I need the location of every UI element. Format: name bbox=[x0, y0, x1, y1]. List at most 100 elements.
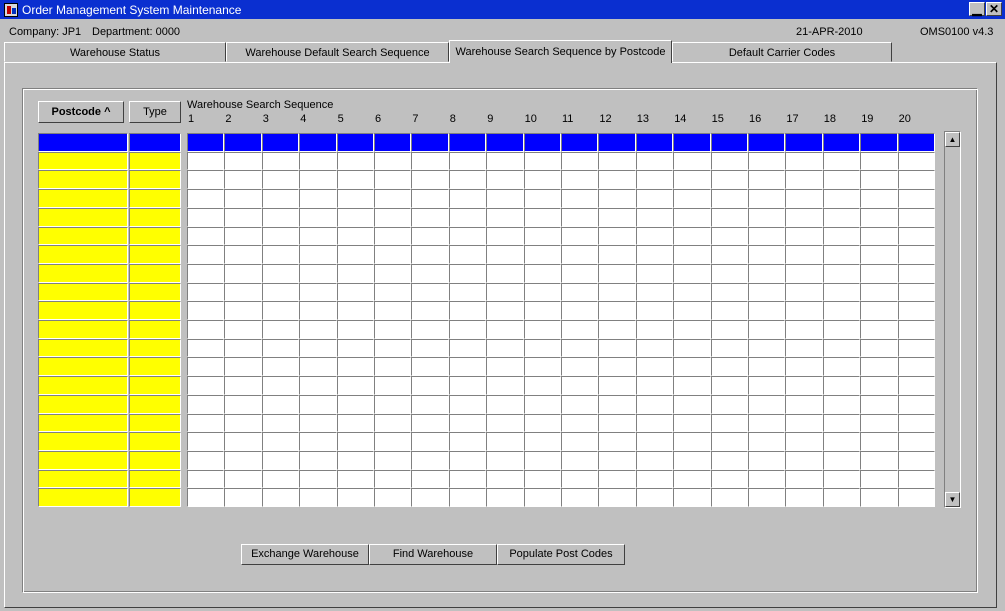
app-icon[interactable] bbox=[4, 2, 18, 17]
warehouse-sequence-field[interactable] bbox=[411, 264, 449, 283]
warehouse-sequence-field[interactable] bbox=[598, 395, 636, 414]
warehouse-sequence-field[interactable] bbox=[187, 301, 224, 320]
warehouse-sequence-field[interactable] bbox=[262, 227, 299, 245]
warehouse-sequence-field[interactable] bbox=[898, 470, 935, 488]
warehouse-sequence-field[interactable] bbox=[636, 488, 673, 507]
warehouse-sequence-field[interactable] bbox=[673, 301, 711, 320]
warehouse-sequence-field[interactable] bbox=[299, 451, 337, 470]
warehouse-sequence-field[interactable] bbox=[785, 470, 823, 488]
postcode-field[interactable] bbox=[38, 451, 128, 470]
warehouse-sequence-field[interactable] bbox=[299, 320, 337, 339]
postcode-field[interactable] bbox=[38, 339, 128, 357]
warehouse-sequence-field[interactable] bbox=[561, 189, 598, 208]
warehouse-sequence-field[interactable] bbox=[411, 283, 449, 301]
warehouse-sequence-field[interactable] bbox=[299, 264, 337, 283]
warehouse-sequence-field[interactable] bbox=[224, 264, 262, 283]
warehouse-sequence-field[interactable] bbox=[524, 488, 561, 507]
warehouse-sequence-field[interactable] bbox=[598, 339, 636, 357]
warehouse-sequence-field[interactable] bbox=[187, 395, 224, 414]
warehouse-sequence-field[interactable] bbox=[748, 432, 785, 451]
close-button[interactable]: ✕ bbox=[986, 2, 1002, 16]
warehouse-sequence-field[interactable] bbox=[187, 357, 224, 376]
warehouse-sequence-field[interactable] bbox=[374, 395, 411, 414]
warehouse-sequence-field[interactable] bbox=[598, 283, 636, 301]
warehouse-sequence-field[interactable] bbox=[486, 170, 524, 189]
warehouse-sequence-field[interactable] bbox=[785, 320, 823, 339]
warehouse-sequence-field[interactable] bbox=[673, 320, 711, 339]
warehouse-sequence-field[interactable] bbox=[411, 189, 449, 208]
warehouse-sequence-field[interactable] bbox=[262, 245, 299, 264]
warehouse-sequence-field[interactable] bbox=[374, 488, 411, 507]
warehouse-sequence-field[interactable] bbox=[711, 432, 748, 451]
warehouse-sequence-field[interactable] bbox=[561, 170, 598, 189]
warehouse-sequence-field[interactable] bbox=[711, 170, 748, 189]
warehouse-sequence-field[interactable] bbox=[299, 133, 337, 152]
warehouse-sequence-field[interactable] bbox=[299, 357, 337, 376]
warehouse-sequence-field[interactable] bbox=[262, 189, 299, 208]
warehouse-sequence-field[interactable] bbox=[224, 488, 262, 507]
warehouse-sequence-field[interactable] bbox=[673, 451, 711, 470]
warehouse-sequence-field[interactable] bbox=[823, 414, 860, 432]
warehouse-sequence-field[interactable] bbox=[748, 339, 785, 357]
warehouse-sequence-field[interactable] bbox=[374, 152, 411, 170]
type-field[interactable] bbox=[129, 208, 181, 227]
warehouse-sequence-field[interactable] bbox=[187, 170, 224, 189]
warehouse-sequence-field[interactable] bbox=[524, 395, 561, 414]
warehouse-sequence-field[interactable] bbox=[711, 470, 748, 488]
warehouse-sequence-field[interactable] bbox=[486, 432, 524, 451]
warehouse-sequence-field[interactable] bbox=[860, 376, 898, 395]
postcode-field[interactable] bbox=[38, 357, 128, 376]
type-field[interactable] bbox=[129, 488, 181, 507]
warehouse-sequence-field[interactable] bbox=[898, 414, 935, 432]
warehouse-sequence-field[interactable] bbox=[299, 395, 337, 414]
warehouse-sequence-field[interactable] bbox=[748, 283, 785, 301]
warehouse-sequence-field[interactable] bbox=[449, 245, 486, 264]
warehouse-sequence-field[interactable] bbox=[561, 470, 598, 488]
warehouse-sequence-field[interactable] bbox=[673, 227, 711, 245]
type-field[interactable] bbox=[129, 133, 181, 152]
warehouse-sequence-field[interactable] bbox=[598, 470, 636, 488]
warehouse-sequence-field[interactable] bbox=[636, 470, 673, 488]
warehouse-sequence-field[interactable] bbox=[860, 245, 898, 264]
warehouse-sequence-field[interactable] bbox=[262, 488, 299, 507]
exchange-warehouse-button[interactable]: Exchange Warehouse bbox=[241, 544, 369, 565]
warehouse-sequence-field[interactable] bbox=[299, 189, 337, 208]
warehouse-sequence-field[interactable] bbox=[636, 432, 673, 451]
warehouse-sequence-field[interactable] bbox=[673, 245, 711, 264]
warehouse-sequence-field[interactable] bbox=[449, 414, 486, 432]
warehouse-sequence-field[interactable] bbox=[449, 283, 486, 301]
warehouse-sequence-field[interactable] bbox=[748, 170, 785, 189]
postcode-field[interactable] bbox=[38, 432, 128, 451]
warehouse-sequence-field[interactable] bbox=[561, 301, 598, 320]
warehouse-sequence-field[interactable] bbox=[337, 339, 374, 357]
warehouse-sequence-field[interactable] bbox=[337, 432, 374, 451]
warehouse-sequence-field[interactable] bbox=[449, 339, 486, 357]
warehouse-sequence-field[interactable] bbox=[224, 376, 262, 395]
type-field[interactable] bbox=[129, 339, 181, 357]
type-field[interactable] bbox=[129, 227, 181, 245]
warehouse-sequence-field[interactable] bbox=[374, 245, 411, 264]
warehouse-sequence-field[interactable] bbox=[711, 208, 748, 227]
warehouse-sequence-field[interactable] bbox=[224, 395, 262, 414]
warehouse-sequence-field[interactable] bbox=[673, 152, 711, 170]
postcode-field[interactable] bbox=[38, 488, 128, 507]
warehouse-sequence-field[interactable] bbox=[449, 357, 486, 376]
warehouse-sequence-field[interactable] bbox=[898, 320, 935, 339]
warehouse-sequence-field[interactable] bbox=[748, 395, 785, 414]
warehouse-sequence-field[interactable] bbox=[860, 339, 898, 357]
warehouse-sequence-field[interactable] bbox=[262, 470, 299, 488]
tab-warehouse-status[interactable]: Warehouse Status bbox=[4, 42, 226, 62]
warehouse-sequence-field[interactable] bbox=[898, 133, 935, 152]
warehouse-sequence-field[interactable] bbox=[860, 227, 898, 245]
warehouse-sequence-field[interactable] bbox=[374, 414, 411, 432]
warehouse-sequence-field[interactable] bbox=[823, 451, 860, 470]
warehouse-sequence-field[interactable] bbox=[374, 170, 411, 189]
warehouse-sequence-field[interactable] bbox=[486, 395, 524, 414]
warehouse-sequence-field[interactable] bbox=[449, 152, 486, 170]
warehouse-sequence-field[interactable] bbox=[374, 208, 411, 227]
warehouse-sequence-field[interactable] bbox=[823, 432, 860, 451]
type-field[interactable] bbox=[129, 245, 181, 264]
warehouse-sequence-field[interactable] bbox=[337, 320, 374, 339]
warehouse-sequence-field[interactable] bbox=[224, 245, 262, 264]
warehouse-sequence-field[interactable] bbox=[636, 451, 673, 470]
